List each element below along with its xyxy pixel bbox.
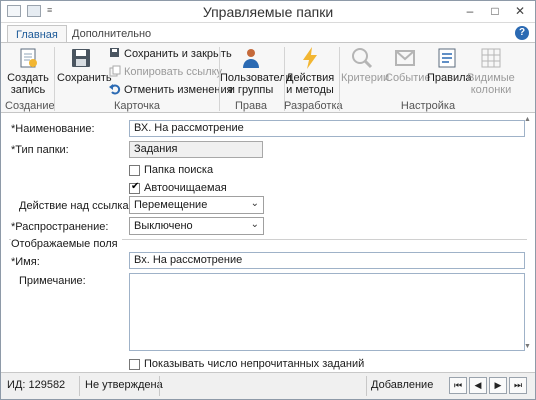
last-record-button[interactable]: ⏭ xyxy=(509,377,527,394)
show-unread-checkbox[interactable] xyxy=(129,359,140,370)
autoclean-checkbox[interactable] xyxy=(129,181,140,194)
create-record-button[interactable]: Создать запись xyxy=(7,46,49,96)
chevron-down-icon: ⌄ xyxy=(250,198,259,209)
copy-link-icon xyxy=(109,65,121,77)
help-icon[interactable]: ? xyxy=(515,26,529,40)
approval-status: Не утверждена xyxy=(85,379,163,391)
prev-record-button[interactable]: ◀ xyxy=(469,377,487,394)
first-record-button[interactable]: ⏮ xyxy=(449,377,467,394)
undo-icon xyxy=(109,84,121,95)
distribution-value: Выключено xyxy=(134,220,193,232)
display-name-label: *Имя: xyxy=(11,256,40,268)
copy-link-button[interactable]: Копировать ссылку xyxy=(109,65,222,79)
folder-type-label: *Тип папки: xyxy=(11,144,69,156)
link-action-value: Перемещение xyxy=(134,199,208,211)
actions-methods-label: Действия и методы xyxy=(286,72,335,96)
status-bar: ИД: 129582 Не утверждена Добавление ⏮ ◀ … xyxy=(1,372,535,399)
floppy-disk-icon xyxy=(72,49,90,67)
app-window: ≡ Управляемые папки – □ ✕ Главная Дополн… xyxy=(0,0,536,400)
event-button[interactable]: Событие xyxy=(385,46,431,84)
scroll-up-icon[interactable]: ▲ xyxy=(524,116,531,123)
event-label: Событие xyxy=(385,72,431,84)
group-development-label: Разработка xyxy=(284,100,343,112)
display-name-field[interactable]: Вх. На рассмотрение xyxy=(129,252,525,269)
status-separator xyxy=(79,376,80,396)
visible-columns-button[interactable]: Видимые колонки xyxy=(467,46,515,96)
maximize-button[interactable]: □ xyxy=(486,3,504,19)
group-card-label: Карточка xyxy=(113,100,161,112)
record-id: ИД: 129582 xyxy=(7,379,66,391)
save-close-button[interactable]: Сохранить и закрыть xyxy=(109,47,232,61)
group-settings-label: Настройка xyxy=(400,100,456,112)
rules-label: Правила xyxy=(427,72,472,84)
search-folder-label: Папка поиска xyxy=(144,164,214,176)
users-groups-button[interactable]: Пользователи и группы xyxy=(220,46,292,96)
name-label: *Наименование: xyxy=(11,123,95,135)
status-separator xyxy=(366,376,367,396)
criteria-button[interactable]: Критерии xyxy=(341,46,389,84)
status-separator xyxy=(159,376,160,396)
save-close-label: Сохранить и закрыть xyxy=(124,48,232,60)
group-creation-label: Создание xyxy=(5,100,55,112)
form-scrollbar[interactable]: ▲ ▼ xyxy=(522,116,532,350)
ribbon-separator xyxy=(54,47,55,111)
undo-changes-button[interactable]: Отменить изменения xyxy=(109,83,233,97)
chevron-down-icon: ⌄ xyxy=(250,219,259,230)
ribbon-separator xyxy=(339,47,340,111)
search-folder-checkbox[interactable] xyxy=(129,165,140,176)
save-label: Сохранить xyxy=(57,72,112,84)
show-unread-label: Показывать число непрочитанных заданий xyxy=(144,358,365,370)
users-groups-label: Пользователи и группы xyxy=(220,72,292,96)
next-record-button[interactable]: ▶ xyxy=(489,377,507,394)
close-button[interactable]: ✕ xyxy=(511,3,529,19)
copy-link-label: Копировать ссылку xyxy=(124,66,223,78)
name-field[interactable]: ВХ. На рассмотрение xyxy=(129,120,525,137)
criteria-label: Критерии xyxy=(341,72,390,84)
mode-status: Добавление xyxy=(371,379,434,391)
visible-columns-label: Видимые колонки xyxy=(467,72,515,96)
link-action-label: Действие над ссылками: xyxy=(19,200,146,212)
actions-methods-button[interactable]: Действия и методы xyxy=(286,46,334,96)
event-icon xyxy=(395,50,415,66)
minimize-button[interactable]: – xyxy=(461,3,479,19)
save-button[interactable]: Сохранить xyxy=(57,46,112,84)
title-bar: ≡ Управляемые папки – □ ✕ xyxy=(1,1,535,23)
tab-main[interactable]: Главная xyxy=(7,25,67,43)
ribbon-tabs: Главная Дополнительно ? xyxy=(1,23,535,43)
note-textarea[interactable] xyxy=(129,273,525,351)
rules-icon xyxy=(438,48,456,68)
autoclean-label: Автоочищаемая xyxy=(144,182,227,194)
tab-advanced[interactable]: Дополнительно xyxy=(64,25,159,43)
link-action-select[interactable]: Перемещение ⌄ xyxy=(129,196,264,214)
distribution-label: *Распространение: xyxy=(11,221,109,233)
scroll-down-icon[interactable]: ▼ xyxy=(524,343,531,350)
users-icon xyxy=(243,49,259,68)
undo-changes-label: Отменить изменения xyxy=(124,84,233,96)
ribbon: Создать запись Создание Сохранить Сохран… xyxy=(1,42,535,124)
columns-icon xyxy=(481,48,501,68)
note-label: Примечание: xyxy=(19,275,86,287)
folder-type-field[interactable]: Задания xyxy=(129,141,263,158)
criteria-icon xyxy=(352,48,373,69)
rules-button[interactable]: Правила xyxy=(427,46,472,84)
new-document-icon xyxy=(20,48,37,68)
displayed-fields-heading: Отображаемые поля xyxy=(11,237,122,251)
save-close-icon xyxy=(110,48,119,57)
lightning-icon xyxy=(303,47,317,69)
distribution-select[interactable]: Выключено ⌄ xyxy=(129,217,264,235)
window-title: Управляемые папки xyxy=(202,4,334,20)
create-record-label: Создать запись xyxy=(7,72,49,96)
